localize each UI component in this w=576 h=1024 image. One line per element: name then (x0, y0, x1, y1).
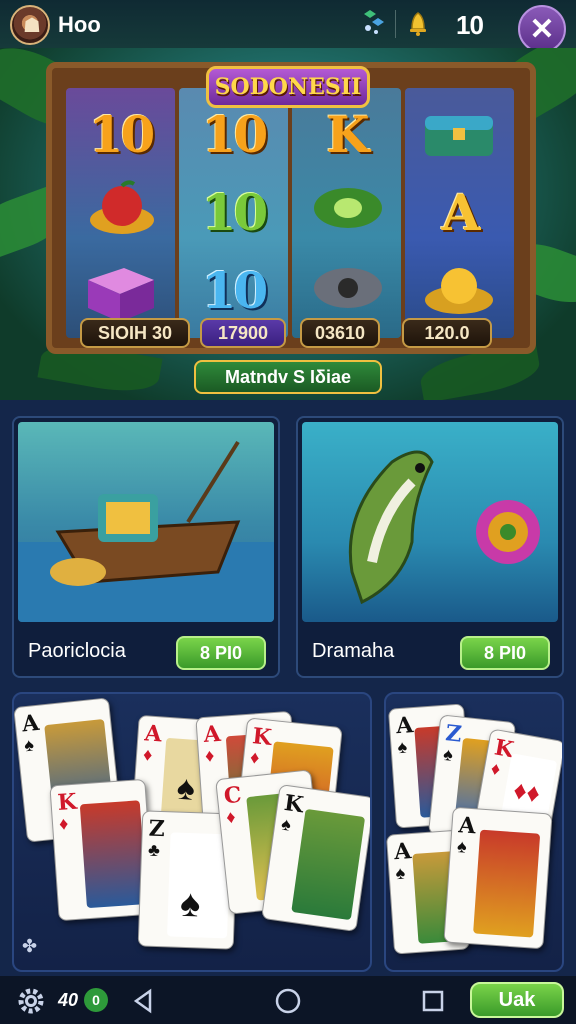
username: Hoo (58, 12, 101, 37)
action-button[interactable]: Uak (470, 982, 564, 1018)
recents-icon[interactable] (418, 986, 448, 1016)
back-icon[interactable] (128, 986, 158, 1016)
level-count: 40 (58, 990, 79, 1010)
boat-icon (18, 440, 274, 622)
cards-panel-right: A ♠ Z ♠ K ♦ ♦♦ A ♠ A ♠ (384, 692, 564, 972)
leaf-icon (314, 188, 382, 228)
reel-2: 10 10 10 (179, 88, 288, 338)
coins-icon (425, 268, 493, 314)
fish-icon (348, 450, 540, 605)
avatar-mark: ☗ (23, 15, 41, 37)
reels: 10 10 10 10 K A (66, 88, 514, 338)
boat-scene (18, 422, 274, 622)
game-card-title: Paoriclocia (28, 640, 126, 662)
play-button[interactable]: 8 PI0 (460, 636, 550, 670)
playing-card[interactable]: K ♠ (261, 783, 370, 933)
win-pill: 17900 (200, 318, 286, 348)
gems-icon[interactable] (358, 8, 386, 36)
symbol-ten: 10 (201, 182, 269, 242)
bet-pill: SIOIH 30 (80, 318, 190, 348)
symbol-ten: 10 (201, 260, 269, 320)
chest-icon (425, 116, 493, 156)
eye-icon (314, 268, 382, 308)
total-bar[interactable]: Matndv S Iδiae (194, 360, 382, 394)
close-button[interactable]: ✕ (518, 5, 566, 53)
gift-icon (88, 268, 154, 322)
bell-icon[interactable] (404, 9, 432, 37)
puzzle-icon: ✤ (22, 936, 38, 956)
reel-3: K (292, 88, 401, 338)
playing-card[interactable]: A ♠ (443, 806, 553, 950)
home-icon[interactable] (273, 986, 303, 1016)
game-card-title: Dramaha (312, 640, 395, 662)
reel-1: 10 (66, 88, 175, 338)
credits-counter: 10 (456, 10, 484, 40)
level-badge: 0 (84, 988, 108, 1012)
game-card-2[interactable]: Dramaha 8 PI0 (296, 416, 564, 678)
symbol-king: K (326, 104, 369, 164)
reel-4: A (405, 88, 514, 338)
slot-title-sign: SODONESII (206, 66, 370, 108)
symbol-ten: 10 (88, 104, 156, 164)
lines-pill: 03610 (300, 318, 380, 348)
symbol-ace: A (441, 182, 481, 242)
apple-icon (90, 180, 154, 234)
gear-icon[interactable] (16, 986, 46, 1016)
cards-panel-left: A ♠ A ♦ ♠ A ♦ K ♦ K ♦ Z ♣ ♠ C ♦ K ♠ (12, 692, 372, 972)
symbol-ten: 10 (201, 104, 269, 164)
avatar[interactable]: ☗ (10, 5, 50, 45)
header-divider (395, 10, 396, 38)
game-card-1[interactable]: Paoriclocia 8 PI0 (12, 416, 280, 678)
play-button[interactable]: 8 PI0 (176, 636, 266, 670)
balance-pill: 120.0 (402, 318, 492, 348)
fish-scene (302, 422, 558, 622)
